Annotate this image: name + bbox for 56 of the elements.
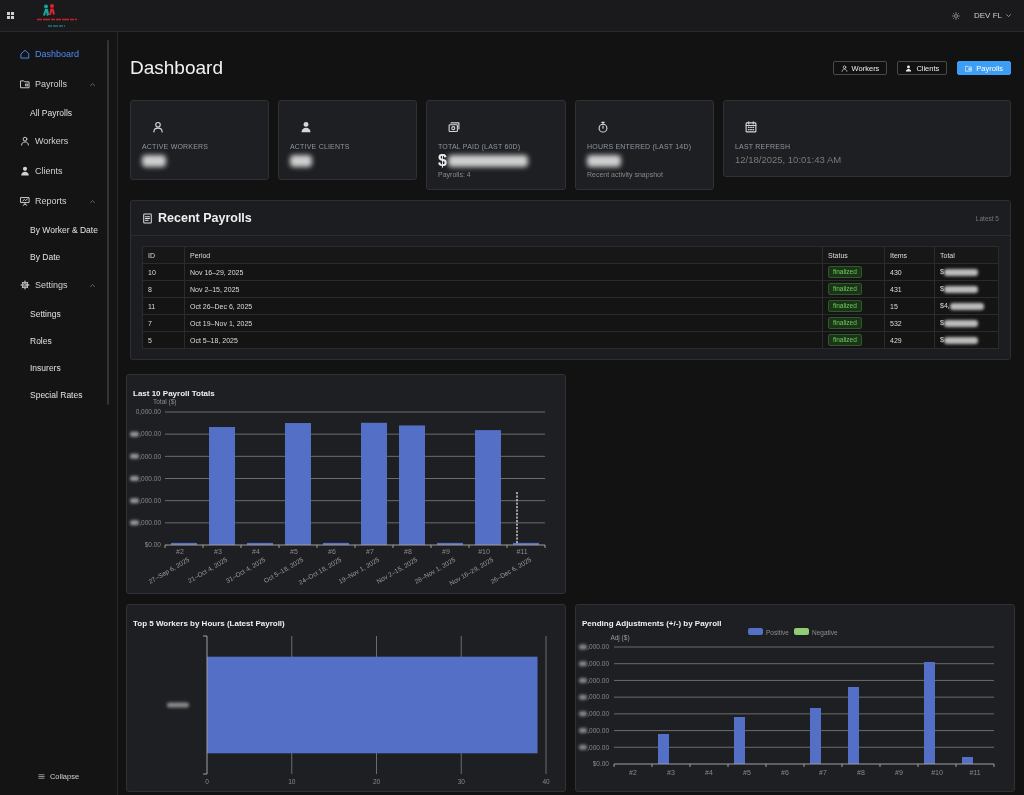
sidebar-subitem[interactable]: By Worker & Date bbox=[30, 216, 98, 243]
adjustment-bar[interactable] bbox=[734, 717, 745, 764]
chart-title: Pending Adjustments (+/-) by Payroll bbox=[582, 619, 722, 628]
person-icon bbox=[152, 121, 164, 133]
sidebar-subitem[interactable]: All Payrolls bbox=[30, 99, 73, 126]
payroll-total-bar[interactable] bbox=[437, 542, 463, 545]
person-icon bbox=[840, 64, 848, 72]
stopwatch-icon bbox=[597, 121, 609, 133]
folder-icon bbox=[965, 64, 973, 72]
presentation-board-icon bbox=[20, 196, 30, 206]
payroll-total-bar[interactable] bbox=[247, 542, 273, 545]
adjustment-bar[interactable] bbox=[658, 734, 669, 764]
person-icon bbox=[20, 166, 30, 176]
sidebar-item[interactable]: Payrolls bbox=[20, 69, 96, 99]
person-icon bbox=[300, 121, 312, 133]
payroll-total-bar[interactable] bbox=[171, 542, 197, 545]
adjustment-bar[interactable] bbox=[810, 708, 821, 764]
home-icon bbox=[20, 49, 30, 59]
page-title: Dashboard bbox=[130, 58, 223, 78]
sidebar-subitem[interactable]: Roles bbox=[30, 327, 52, 354]
sidebar-item[interactable]: Workers bbox=[20, 126, 96, 156]
legend-swatch[interactable] bbox=[794, 628, 809, 635]
grid-menu-icon[interactable] bbox=[7, 12, 14, 19]
adjustment-bar[interactable] bbox=[848, 687, 859, 764]
person-icon bbox=[905, 64, 913, 72]
sidebar-item[interactable]: Reports bbox=[20, 186, 96, 216]
scrollbar[interactable] bbox=[107, 40, 109, 405]
document-icon bbox=[142, 212, 153, 224]
sidebar-item[interactable]: Settings bbox=[20, 270, 96, 300]
payroll-total-bar[interactable] bbox=[323, 542, 349, 545]
chart-title: Last 10 Payroll Totals bbox=[133, 389, 215, 398]
calendar-icon bbox=[745, 121, 757, 133]
hours-bar[interactable] bbox=[207, 656, 538, 754]
sidebar-subitem[interactable]: Insurers bbox=[30, 354, 61, 381]
sun-icon bbox=[952, 11, 960, 20]
chevron-down-icon bbox=[1005, 12, 1012, 19]
adjustment-bar[interactable] bbox=[962, 757, 973, 764]
person-icon bbox=[20, 136, 30, 146]
payroll-total-bar[interactable] bbox=[513, 542, 539, 545]
sidebar-subitem[interactable]: Settings bbox=[30, 300, 61, 327]
banknote-icon bbox=[448, 121, 460, 133]
timestamp-text: 12/18/2025, 10:01:43 AM bbox=[735, 153, 842, 166]
menu-icon bbox=[37, 773, 45, 780]
sidebar-item[interactable]: Dashboard bbox=[20, 39, 96, 69]
chart-title: Top 5 Workers by Hours (Latest Payroll) bbox=[133, 619, 285, 628]
sidebar-subitem[interactable]: Special Rates bbox=[30, 381, 83, 408]
sidebar-item[interactable]: Clients bbox=[20, 156, 96, 186]
gear-icon bbox=[20, 280, 30, 290]
folder-icon bbox=[20, 79, 30, 89]
user-menu[interactable]: DEV FL bbox=[974, 11, 1012, 20]
stat-value: $ bbox=[438, 153, 447, 169]
panel-title: Recent Payrolls bbox=[158, 211, 252, 225]
adjustment-bar[interactable] bbox=[924, 662, 935, 764]
sidebar-subitem[interactable]: By Date bbox=[30, 243, 61, 270]
logo-icon[interactable] bbox=[36, 2, 78, 29]
legend-swatch[interactable] bbox=[748, 628, 763, 635]
